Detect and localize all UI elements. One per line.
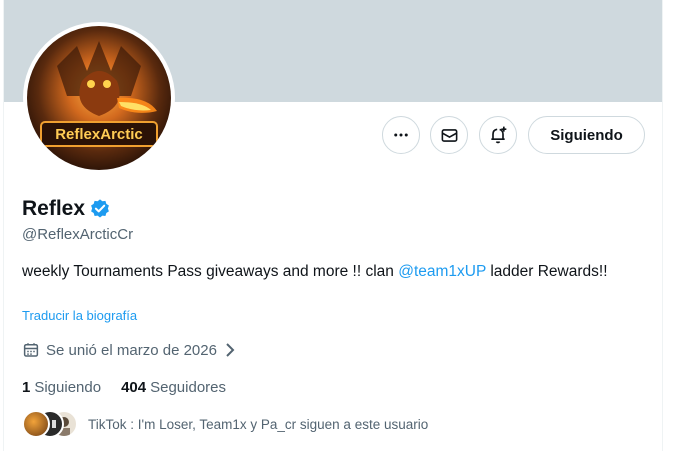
notify-button[interactable] [479,116,517,154]
profile-name-row: Reflex [22,197,111,221]
profile-stats: 1 Siguiendo 404 Seguidores [22,379,226,396]
followers-stat-link[interactable]: 404 Seguidores [121,379,226,396]
avatar-text: ReflexArctic [55,126,143,143]
translate-bio-link[interactable]: Traducir la biografía [22,308,137,323]
profile-avatar[interactable]: ReflexArctic [23,22,175,174]
following-count: 1 [22,379,31,396]
bio-text-end: ladder Rewards!! [486,263,608,280]
following-stat-link[interactable]: 1 Siguiendo [22,379,101,396]
calendar-icon [22,341,40,359]
more-icon [392,126,410,144]
follower-avatars [22,410,78,438]
followers-you-know-text: TikTok : I'm Loser, Team1x y Pa_cr sigue… [88,416,429,432]
followers-count: 404 [121,379,147,396]
more-button[interactable] [382,116,420,154]
verified-badge-icon[interactable] [89,198,111,220]
bell-plus-icon [488,125,508,145]
chevron-right-icon [223,342,237,358]
envelope-icon [440,126,459,145]
following-label: Siguiendo [34,379,102,396]
follower-avatar [22,410,50,438]
profile-page: ReflexArctic Siguiendo Reflex @ReflexArc… [0,0,674,451]
followers-label: Seguidores [150,379,226,396]
profile-bio: weekly Tournaments Pass giveaways and mo… [22,261,622,283]
message-button[interactable] [430,116,468,154]
profile-column: ReflexArctic Siguiendo Reflex @ReflexArc… [3,0,663,451]
profile-handle: @ReflexArcticCr [22,226,134,243]
bio-text-start: weekly Tournaments Pass giveaways and mo… [22,263,399,280]
bio-mention-link[interactable]: @team1xUP [398,263,486,280]
display-name: Reflex [22,197,86,220]
joined-date-text: Se unió el marzo de 2026 [46,341,217,359]
joined-date-row[interactable]: Se unió el marzo de 2026 [22,341,237,359]
followers-you-know-link[interactable]: TikTok : I'm Loser, Team1x y Pa_cr sigue… [22,410,428,438]
following-button[interactable]: Siguiendo [528,116,645,154]
